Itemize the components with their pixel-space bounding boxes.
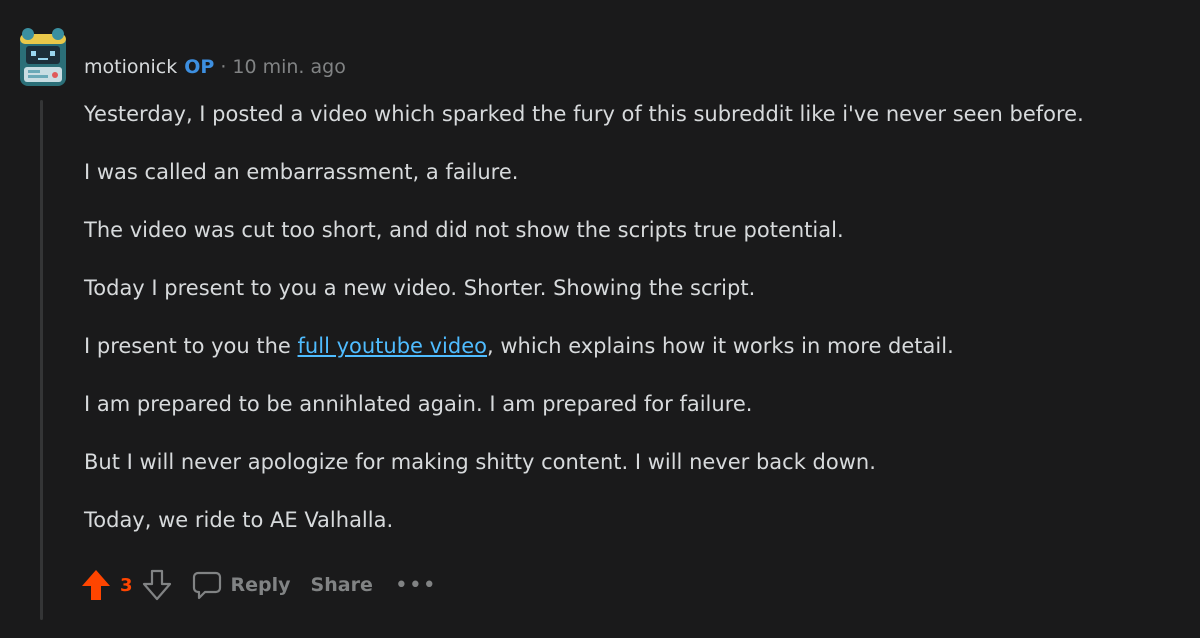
paragraph: The video was cut too short, and did not… [84, 218, 844, 242]
paragraph-with-link: I present to you the full youtube video,… [84, 330, 1184, 362]
username[interactable]: motionick [84, 56, 177, 78]
comment-meta: motionick OP · 10 min. ago [84, 52, 346, 82]
op-badge: OP [184, 56, 215, 78]
comment: motionick OP · 10 min. ago Yesterday, I … [0, 0, 1200, 638]
paragraph: Today, we ride to AE Valhalla. [84, 508, 394, 532]
paragraph: Today I present to you a new video. Shor… [84, 276, 756, 300]
reply-label: Reply [230, 574, 291, 596]
upvote-arrow-icon[interactable] [80, 568, 112, 602]
paragraph: But I will never apologize for making sh… [84, 450, 876, 474]
meta-separator: · [220, 56, 227, 78]
share-button[interactable]: Share [311, 574, 373, 596]
youtube-video-link[interactable]: full youtube video [298, 334, 487, 358]
paragraph: Yesterday, I posted a video which sparke… [84, 102, 1084, 126]
downvote-arrow-icon[interactable] [141, 568, 173, 602]
paragraph: I was called an embarrassment, a failure… [84, 160, 519, 184]
reply-button[interactable]: Reply [191, 569, 291, 601]
more-options-icon[interactable]: ••• [395, 573, 437, 598]
vote-controls: 3 [80, 568, 173, 602]
thread-collapse-line[interactable] [40, 100, 43, 620]
comment-body: Yesterday, I posted a video which sparke… [84, 98, 1184, 562]
paragraph-text: I present to you the [84, 334, 298, 358]
comment-actions: 3 Reply Share ••• [80, 566, 437, 604]
paragraph-text: , which explains how it works in more de… [487, 334, 954, 358]
paragraph: I am prepared to be annihlated again. I … [84, 392, 753, 416]
robot-avatar-icon[interactable] [18, 26, 68, 88]
vote-score: 3 [120, 574, 133, 596]
timestamp[interactable]: 10 min. ago [232, 56, 345, 78]
chat-bubble-icon [191, 569, 223, 601]
